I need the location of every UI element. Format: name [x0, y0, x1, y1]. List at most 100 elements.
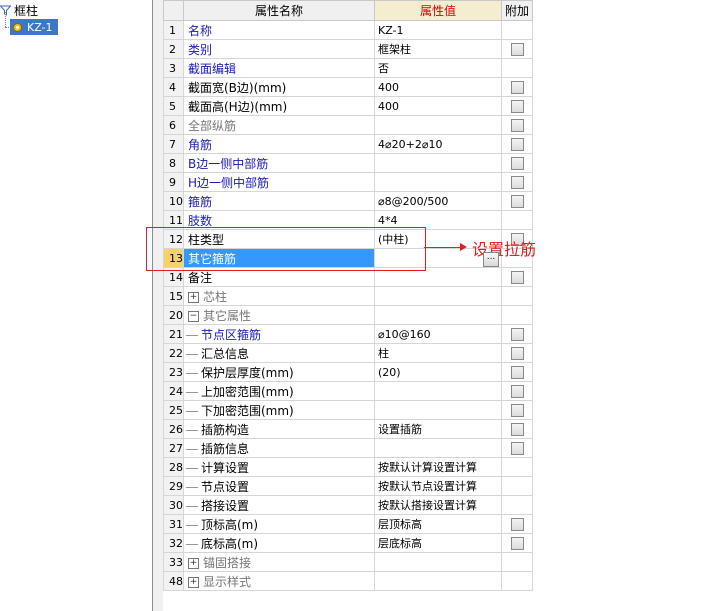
header-name[interactable]: 属性名称 — [183, 0, 375, 21]
extra-checkbox[interactable] — [510, 119, 524, 132]
extra-cell[interactable] — [501, 343, 533, 363]
extra-cell[interactable] — [501, 153, 533, 173]
property-name-cell[interactable]: 节点设置 — [183, 476, 375, 496]
property-name-cell[interactable]: 保护层厚度(mm) — [183, 362, 375, 382]
property-value-cell[interactable]: 4⌀20+2⌀10 — [374, 134, 502, 154]
property-value-cell[interactable]: 按默认计算设置计算 — [374, 457, 502, 477]
property-name-cell[interactable]: 底标高(m) — [183, 533, 375, 553]
property-value-cell[interactable]: 400 — [374, 77, 502, 97]
property-value-cell[interactable]: 400 — [374, 96, 502, 116]
extra-checkbox[interactable] — [510, 347, 524, 360]
extra-cell[interactable] — [501, 514, 533, 534]
property-name-cell[interactable]: + 锚固搭接 — [183, 552, 375, 572]
property-name-cell[interactable]: 名称 — [183, 20, 375, 40]
property-value-cell[interactable] — [374, 400, 502, 420]
grid-row[interactable]: 29 节点设置 按默认节点设置计算 — [163, 476, 533, 496]
property-name-cell[interactable]: 汇总信息 — [183, 343, 375, 363]
extra-checkbox[interactable] — [510, 157, 524, 170]
extra-cell[interactable] — [501, 77, 533, 97]
extra-cell[interactable] — [501, 324, 533, 344]
grid-row[interactable]: 7 角筋 4⌀20+2⌀10 — [163, 134, 533, 154]
grid-row[interactable]: 22 汇总信息 柱 — [163, 343, 533, 363]
extra-checkbox[interactable] — [510, 138, 524, 151]
extra-cell[interactable] — [501, 400, 533, 420]
extra-checkbox[interactable] — [510, 43, 524, 56]
extra-checkbox[interactable] — [510, 518, 524, 531]
grid-row[interactable]: 20− 其它属性 — [163, 305, 533, 325]
extra-cell[interactable] — [501, 267, 533, 287]
property-name-cell[interactable]: − 其它属性 — [183, 305, 375, 325]
property-value-cell[interactable] — [374, 305, 502, 325]
extra-cell[interactable] — [501, 362, 533, 382]
extra-checkbox[interactable] — [510, 423, 524, 436]
property-value-cell[interactable]: ⌀10@160 — [374, 324, 502, 344]
grid-row[interactable]: 21 节点区箍筋 ⌀10@160 — [163, 324, 533, 344]
expand-icon[interactable]: + — [188, 576, 199, 588]
property-value-cell[interactable] — [374, 571, 502, 591]
property-name-cell[interactable]: 箍筋 — [183, 191, 375, 211]
property-value-cell[interactable]: (20) — [374, 362, 502, 382]
grid-row[interactable]: 27 插筋信息 — [163, 438, 533, 458]
extra-cell[interactable] — [501, 115, 533, 135]
expand-icon[interactable]: + — [188, 291, 199, 303]
grid-row[interactable]: 48 + 显示样式 — [163, 571, 533, 591]
grid-row[interactable]: 31 顶标高(m) 层顶标高 — [163, 514, 533, 534]
grid-row[interactable]: 23 保护层厚度(mm) (20) — [163, 362, 533, 382]
extra-checkbox[interactable] — [510, 366, 524, 379]
property-value-cell[interactable]: 设置插筋 — [374, 419, 502, 439]
grid-row[interactable]: 10 箍筋 ⌀8@200/500 — [163, 191, 533, 211]
property-name-cell[interactable]: 上加密范围(mm) — [183, 381, 375, 401]
grid-row[interactable]: 9 H边一侧中部筋 — [163, 172, 533, 192]
property-name-cell[interactable]: 顶标高(m) — [183, 514, 375, 534]
extra-cell[interactable] — [501, 39, 533, 59]
property-value-cell[interactable]: 按默认搭接设置计算 — [374, 495, 502, 515]
extra-checkbox[interactable] — [510, 442, 524, 455]
grid-row[interactable]: 26 插筋构造 设置插筋 — [163, 419, 533, 439]
extra-checkbox[interactable] — [510, 271, 524, 284]
tree-item-kz1[interactable]: KZ-1 — [10, 19, 58, 35]
extra-cell[interactable] — [501, 96, 533, 116]
grid-row[interactable]: 33 + 锚固搭接 — [163, 552, 533, 572]
property-name-cell[interactable]: 全部纵筋 — [183, 115, 375, 135]
property-value-cell[interactable] — [374, 286, 502, 306]
extra-checkbox[interactable] — [510, 100, 524, 113]
property-value-cell[interactable]: 按默认节点设置计算 — [374, 476, 502, 496]
property-value-cell[interactable]: 框架柱 — [374, 39, 502, 59]
property-value-cell[interactable] — [374, 438, 502, 458]
grid-row[interactable]: 24 上加密范围(mm) — [163, 381, 533, 401]
extra-checkbox[interactable] — [510, 81, 524, 94]
property-name-cell[interactable]: B边一侧中部筋 — [183, 153, 375, 173]
property-value-cell[interactable] — [374, 552, 502, 572]
collapse-icon[interactable]: − — [188, 310, 199, 322]
property-name-cell[interactable]: 节点区箍筋 — [183, 324, 375, 344]
grid-row[interactable]: 25 下加密范围(mm) — [163, 400, 533, 420]
grid-row[interactable]: 8 B边一侧中部筋 — [163, 153, 533, 173]
property-name-cell[interactable]: 截面宽(B边)(mm) — [183, 77, 375, 97]
property-value-cell[interactable] — [374, 115, 502, 135]
property-value-cell[interactable]: 层顶标高 — [374, 514, 502, 534]
extra-cell[interactable] — [501, 438, 533, 458]
extra-checkbox[interactable] — [510, 385, 524, 398]
grid-row[interactable]: 3 截面编辑 否 — [163, 58, 533, 78]
property-name-cell[interactable]: 插筋信息 — [183, 438, 375, 458]
property-value-cell[interactable]: 否 — [374, 58, 502, 78]
property-value-cell[interactable]: 层底标高 — [374, 533, 502, 553]
grid-row[interactable]: 5 截面高(H边)(mm) 400 — [163, 96, 533, 116]
property-value-cell[interactable]: 柱 — [374, 343, 502, 363]
property-name-cell[interactable]: 截面高(H边)(mm) — [183, 96, 375, 116]
header-value[interactable]: 属性值 — [374, 0, 502, 21]
property-name-cell[interactable]: 计算设置 — [183, 457, 375, 477]
property-value-cell[interactable]: KZ-1 — [374, 20, 502, 40]
extra-checkbox[interactable] — [510, 328, 524, 341]
extra-cell[interactable] — [501, 191, 533, 211]
extra-cell[interactable] — [501, 533, 533, 553]
grid-row[interactable]: 30 搭接设置 按默认搭接设置计算 — [163, 495, 533, 515]
grid-row[interactable]: 15 + 芯柱 — [163, 286, 533, 306]
property-name-cell[interactable]: 搭接设置 — [183, 495, 375, 515]
property-name-cell[interactable]: + 芯柱 — [183, 286, 375, 306]
extra-checkbox[interactable] — [510, 176, 524, 189]
expand-icon[interactable]: + — [188, 557, 199, 569]
grid-row[interactable]: 2 类别 框架柱 — [163, 39, 533, 59]
extra-checkbox[interactable] — [510, 537, 524, 550]
property-value-cell[interactable] — [374, 153, 502, 173]
